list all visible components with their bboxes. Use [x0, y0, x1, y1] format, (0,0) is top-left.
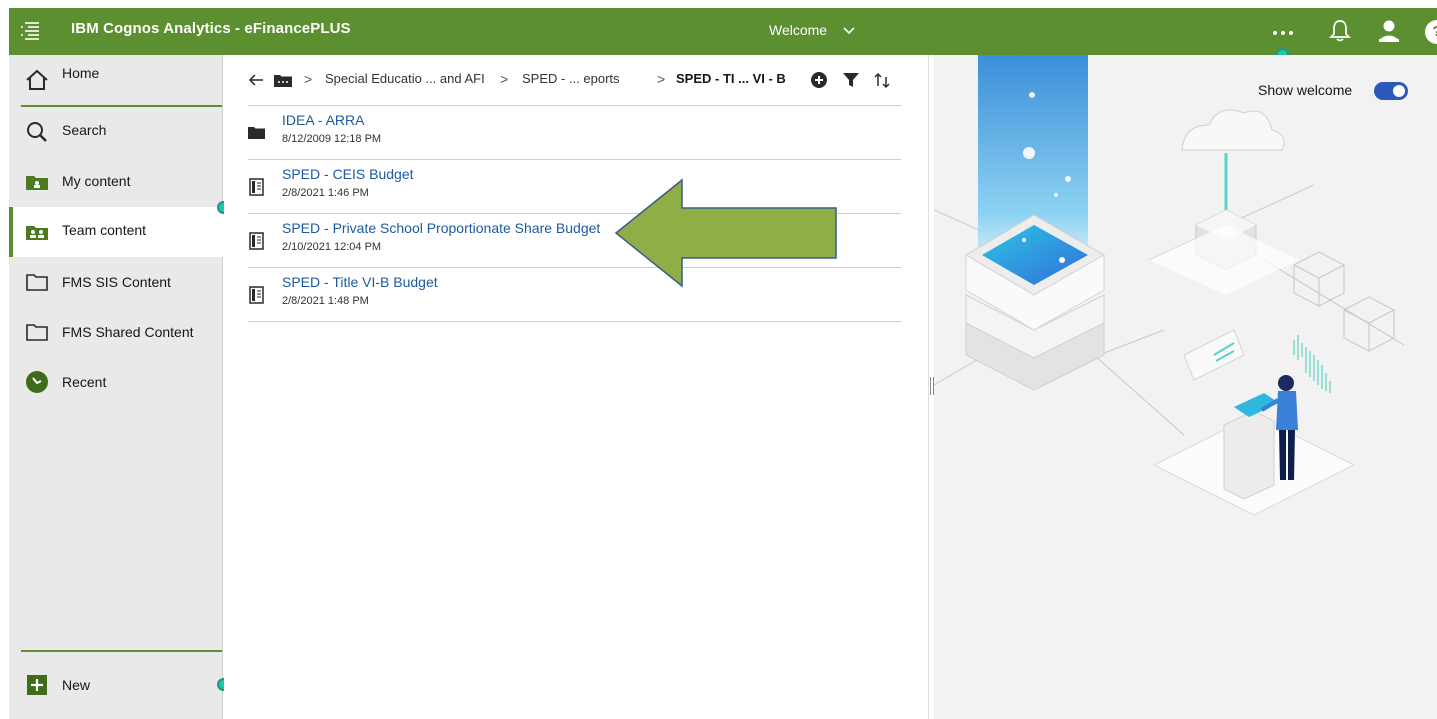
my-content-folder-icon: [25, 170, 49, 194]
search-icon: [25, 120, 49, 144]
nav-item-label: Recent: [62, 374, 107, 390]
show-welcome-toggle[interactable]: [1374, 82, 1408, 100]
nav-item-label: Team content: [62, 222, 147, 238]
nav-item-recent[interactable]: Recent: [9, 357, 223, 407]
breadcrumb-item[interactable]: SPED - ... eports: [522, 71, 620, 86]
chevron-down-icon[interactable]: [842, 24, 856, 36]
more-options-icon[interactable]: [1265, 18, 1301, 46]
welcome-illustration: [934, 55, 1405, 516]
list-item-date: 8/12/2009 12:18 PM: [282, 133, 382, 145]
report-icon: [248, 286, 266, 304]
back-arrow-icon[interactable]: [248, 69, 266, 92]
annotation-arrow-icon: [614, 178, 837, 288]
report-icon: [248, 178, 266, 196]
show-welcome-label: Show welcome: [1258, 82, 1353, 98]
welcome-panel: Show welcome: [934, 55, 1437, 719]
nav-item-label: New: [62, 677, 91, 693]
breadcrumb: > Special Educatio ... and AFI > SPED - …: [248, 69, 908, 91]
toggle-knob: [1393, 85, 1405, 97]
nav-item-fms-sis-content[interactable]: FMS SIS Content: [9, 257, 223, 307]
folder-root-icon[interactable]: [273, 71, 293, 92]
breadcrumb-item[interactable]: Special Educatio ... and AFI: [325, 71, 485, 86]
sort-icon[interactable]: [873, 71, 891, 92]
list-item-name[interactable]: SPED - Private School Proportionate Shar…: [282, 220, 600, 236]
filter-icon[interactable]: [842, 71, 860, 92]
left-navigation: Home Search My content Team content FMS …: [9, 55, 223, 719]
list-item-folder[interactable]: IDEA - ARRA 8/12/2009 12:18 PM: [248, 106, 901, 160]
add-icon[interactable]: [810, 71, 828, 92]
nav-item-label: Search: [62, 122, 107, 138]
welcome-tab[interactable]: Welcome: [769, 22, 827, 38]
content-pane: > Special Educatio ... and AFI > SPED - …: [224, 55, 928, 719]
nav-item-team-content[interactable]: Team content: [9, 207, 223, 257]
home-icon: [25, 68, 49, 92]
recent-icon: [25, 370, 49, 394]
list-item-date: 2/10/2021 12:04 PM: [282, 241, 382, 253]
list-item-date: 2/8/2021 1:48 PM: [282, 295, 369, 307]
menu-icon[interactable]: [19, 18, 45, 44]
breadcrumb-current: SPED - TI ... VI - B: [676, 71, 786, 86]
report-icon: [248, 232, 266, 250]
breadcrumb-separator: >: [304, 71, 313, 87]
list-item-name[interactable]: SPED - Title VI-B Budget: [282, 274, 438, 290]
plus-icon: [25, 673, 49, 697]
app-title: IBM Cognos Analytics - eFinancePLUS: [71, 20, 351, 37]
nav-item-label: My content: [62, 173, 131, 189]
user-profile-icon[interactable]: [1377, 18, 1401, 44]
nav-item-fms-shared-content[interactable]: FMS Shared Content: [9, 307, 223, 357]
nav-item-my-content[interactable]: My content: [9, 157, 223, 207]
list-item-date: 2/8/2021 1:46 PM: [282, 187, 369, 199]
top-bar: IBM Cognos Analytics - eFinancePLUS Welc…: [9, 8, 1437, 55]
nav-item-label: Home: [62, 65, 100, 81]
list-item-name[interactable]: SPED - CEIS Budget: [282, 166, 414, 182]
folder-icon: [25, 320, 49, 344]
folder-icon: [248, 124, 266, 142]
breadcrumb-separator: >: [657, 71, 666, 87]
team-content-folder-icon: [25, 220, 49, 244]
folder-icon: [25, 270, 49, 294]
nav-item-new[interactable]: New: [9, 660, 223, 710]
nav-item-home[interactable]: Home: [9, 55, 223, 105]
help-icon[interactable]: ?: [1425, 20, 1437, 44]
nav-divider: [21, 650, 222, 652]
nav-item-search[interactable]: Search: [9, 107, 223, 157]
breadcrumb-separator: >: [500, 71, 509, 87]
list-item-name[interactable]: IDEA - ARRA: [282, 112, 364, 128]
nav-item-label: FMS SIS Content: [62, 274, 171, 290]
notifications-bell-icon[interactable]: [1328, 18, 1352, 44]
nav-item-label: FMS Shared Content: [62, 324, 194, 340]
